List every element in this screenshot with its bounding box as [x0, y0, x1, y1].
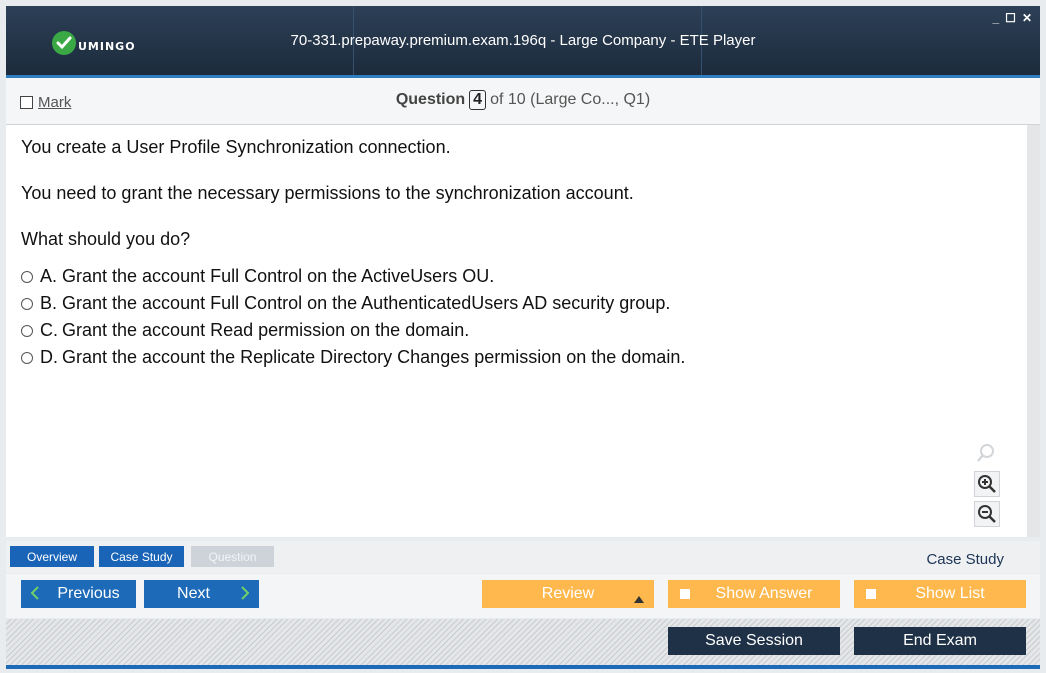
close-icon[interactable]: ✕ [1022, 11, 1032, 25]
radio-button[interactable] [21, 351, 33, 364]
option-letter: C. [40, 320, 58, 340]
option-letter: D. [40, 347, 58, 367]
answer-option-a[interactable]: A. Grant the account Full Control on the… [21, 266, 494, 287]
tab-case-study[interactable]: Case Study [99, 546, 184, 567]
window-title: 70-331.prepaway.premium.exam.196q - Larg… [290, 32, 756, 49]
minimize-icon[interactable]: _ [992, 11, 999, 25]
save-session-button[interactable]: Save Session [668, 627, 840, 655]
answer-option-c[interactable]: C. Grant the account Read permission on … [21, 320, 469, 341]
show-answer-label: Show Answer [715, 585, 813, 602]
window-controls: _ ☐ ✕ [992, 11, 1032, 25]
question-number-input[interactable]: 4 [469, 90, 487, 110]
question-counter: Question 4 of 10 (Large Co..., Q1) [6, 90, 1040, 110]
tab-question[interactable]: Question [191, 546, 274, 567]
magnifier-icon[interactable] [974, 441, 998, 465]
answer-option-d[interactable]: D. Grant the account the Replicate Direc… [21, 347, 685, 368]
question-paragraph: You need to grant the necessary permissi… [21, 183, 634, 203]
end-exam-button[interactable]: End Exam [854, 627, 1026, 655]
answer-option-b[interactable]: B. Grant the account Full Control on the… [21, 293, 670, 314]
radio-button[interactable] [21, 270, 33, 283]
footer-bar: Save Session End Exam [6, 619, 1040, 665]
section-tabs: Overview Case Study Question Case Study [6, 541, 1040, 573]
option-text: Grant the account Full Control on the Au… [62, 293, 671, 313]
tab-overview[interactable]: Overview [10, 546, 94, 567]
option-text: Grant the account Full Control on the Ac… [62, 266, 495, 286]
previous-button[interactable]: Previous [21, 580, 136, 608]
question-header: Mark Question 4 of 10 (Large Co..., Q1) [6, 78, 1040, 125]
section-label: Case Study [926, 551, 1004, 568]
question-label: Question [395, 91, 466, 108]
next-button[interactable]: Next [144, 580, 259, 608]
option-letter: A. [40, 266, 58, 286]
show-answer-button[interactable]: Show Answer [668, 580, 840, 608]
footer-accent-line [6, 665, 1040, 669]
triangle-up-icon [634, 590, 644, 608]
navigation-bar: Previous Next Review Show Answer Show Li… [6, 574, 1040, 618]
app-window: UMINGO 70-331.prepaway.premium.exam.196q… [0, 0, 1046, 673]
next-label: Next [177, 585, 210, 602]
zoom-out-icon[interactable] [974, 501, 1000, 527]
radio-button[interactable] [21, 324, 33, 337]
option-text: Grant the account the Replicate Director… [62, 347, 686, 367]
vertical-scrollbar[interactable] [1027, 125, 1040, 537]
chevron-right-icon [239, 585, 251, 606]
question-prompt: What should you do? [21, 229, 191, 249]
radio-button[interactable] [21, 297, 33, 310]
previous-label: Previous [57, 585, 120, 602]
zoom-in-icon[interactable] [974, 471, 1000, 497]
title-bar: UMINGO 70-331.prepaway.premium.exam.196q… [6, 6, 1040, 78]
show-list-checkbox[interactable] [866, 589, 876, 599]
question-of: of 10 (Large Co..., Q1) [490, 91, 651, 108]
question-content: You create a User Profile Synchronizatio… [6, 125, 1027, 537]
show-answer-checkbox[interactable] [680, 589, 690, 599]
review-label: Review [541, 585, 595, 602]
question-paragraph: You create a User Profile Synchronizatio… [21, 137, 451, 157]
chevron-left-icon [29, 585, 41, 606]
show-list-button[interactable]: Show List [854, 580, 1026, 608]
option-text: Grant the account Read permission on the… [62, 320, 470, 340]
review-button[interactable]: Review [482, 580, 654, 608]
option-letter: B. [40, 293, 58, 313]
show-list-label: Show List [915, 585, 985, 602]
maximize-icon[interactable]: ☐ [1005, 11, 1016, 25]
